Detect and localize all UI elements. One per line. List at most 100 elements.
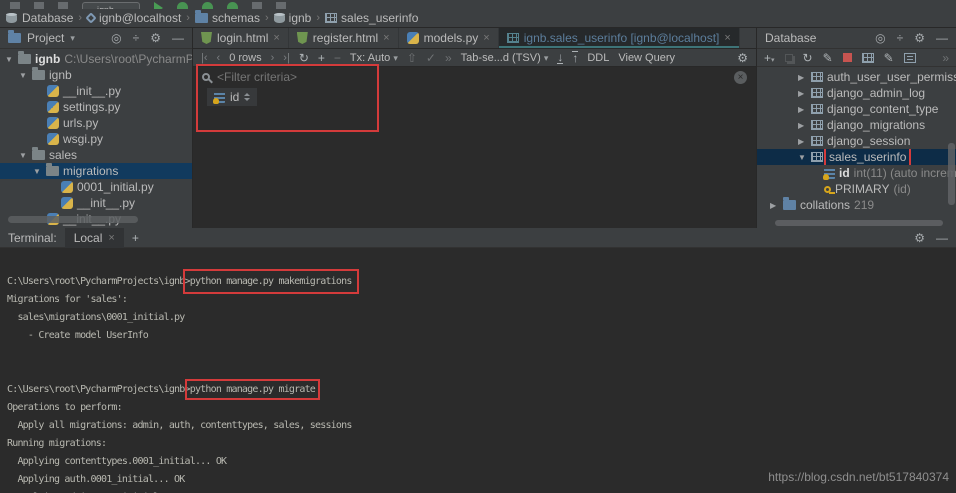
tree-item-sales[interactable]: ▼ sales	[0, 147, 192, 163]
db-table-django-session[interactable]: ▶ django_session	[757, 133, 956, 149]
tree-item-root[interactable]: ▼ ignb C:\Users\root\PycharmProjec	[0, 51, 192, 67]
tree-item-ignb[interactable]: ▼ ignb	[0, 67, 192, 83]
commit-check-icon[interactable]: ✓	[426, 52, 436, 64]
more-chevrons-icon[interactable]: »	[445, 52, 452, 64]
chevron-right-icon[interactable]: ▶	[798, 89, 807, 98]
database-panel-title[interactable]: Database	[765, 31, 816, 45]
refresh-icon[interactable]: ↻	[803, 52, 813, 64]
redo-icon[interactable]	[58, 2, 68, 9]
tree-item-wsgi-py[interactable]: wsgi.py	[0, 131, 192, 147]
stop-icon[interactable]	[843, 53, 852, 62]
delete-row-icon[interactable]: −	[334, 52, 341, 64]
tree-item-migrations[interactable]: ▼ migrations	[0, 163, 192, 179]
submit-icon[interactable]: ⇧	[407, 52, 417, 64]
tab-login-html[interactable]: login.html ×	[193, 28, 289, 48]
collapse-all-icon[interactable]: ÷	[133, 31, 140, 45]
collapse-all-icon[interactable]: ÷	[897, 31, 904, 45]
sort-icon[interactable]	[244, 93, 250, 101]
run-button[interactable]	[154, 2, 163, 9]
close-icon[interactable]: ×	[108, 232, 114, 244]
db-table-sales-userinfo[interactable]: ▼ sales_userinfo	[757, 149, 956, 165]
upload-icon[interactable]: ↑	[572, 51, 578, 64]
first-page-button[interactable]: |‹	[201, 52, 208, 64]
reload-icon[interactable]: ↻	[299, 52, 309, 64]
duplicate-icon[interactable]	[785, 54, 793, 62]
chevron-down-icon[interactable]: ▼	[19, 71, 28, 80]
table-view-icon[interactable]	[862, 53, 874, 63]
tree-item-settings-py[interactable]: settings.py	[0, 99, 192, 115]
close-filter-icon[interactable]: ×	[734, 71, 747, 84]
add-row-icon[interactable]: +	[318, 52, 325, 64]
vertical-scrollbar[interactable]	[948, 143, 955, 205]
breadcrumb-schemas[interactable]: schemas	[195, 11, 260, 25]
breadcrumb-connection[interactable]: ignb@localhost	[87, 11, 181, 25]
edit-icon[interactable]: ✎	[884, 52, 894, 64]
view-query-button[interactable]: View Query	[618, 52, 675, 64]
project-panel-title[interactable]: Project	[27, 31, 64, 45]
search-everywhere-icon[interactable]	[276, 2, 286, 9]
db-table-django-admin-log[interactable]: ▶ django_admin_log	[757, 85, 956, 101]
close-icon[interactable]: ×	[383, 32, 389, 44]
hide-panel-icon[interactable]: —	[936, 231, 948, 245]
more-chevrons-icon[interactable]: »	[942, 52, 949, 64]
coverage-button[interactable]	[202, 2, 213, 9]
console-icon[interactable]	[904, 53, 916, 63]
undo-icon[interactable]	[34, 2, 44, 9]
tree-item-init-py[interactable]: __init__.py	[0, 83, 192, 99]
horizontal-scrollbar[interactable]	[775, 220, 943, 226]
chevron-right-icon[interactable]: ▶	[798, 105, 807, 114]
tab-sales-userinfo[interactable]: ignb.sales_userinfo [ignb@localhost] ×	[499, 28, 740, 48]
breadcrumb-database[interactable]: Database	[22, 11, 73, 25]
previous-page-button[interactable]: ‹	[217, 52, 221, 64]
chevron-down-icon[interactable]: ▼	[5, 55, 14, 64]
tree-item-0001-initial-py[interactable]: 0001_initial.py	[0, 179, 192, 195]
db-key-primary[interactable]: PRIMARY (id)	[757, 181, 956, 197]
close-icon[interactable]: ×	[273, 32, 279, 44]
horizontal-scrollbar[interactable]	[8, 216, 138, 223]
hide-panel-icon[interactable]: —	[936, 31, 948, 45]
edit-sync-icon[interactable]: ✎	[823, 52, 833, 64]
chevron-down-icon[interactable]: ▼	[19, 151, 28, 160]
tab-models-py[interactable]: models.py ×	[399, 28, 499, 48]
db-table-django-migrations[interactable]: ▶ django_migrations	[757, 117, 956, 133]
save-icon[interactable]	[10, 2, 20, 9]
db-column-id[interactable]: id int(11) (auto increme	[757, 165, 956, 181]
tree-item-urls-py[interactable]: urls.py	[0, 115, 192, 131]
tab-register-html[interactable]: register.html ×	[289, 28, 399, 48]
terminal-tab-local[interactable]: Local ×	[65, 228, 124, 248]
debug-button[interactable]	[177, 2, 188, 9]
next-page-button[interactable]: ›	[271, 52, 275, 64]
db-table-auth-user-user-permission[interactable]: ▶ auth_user_user_permission	[757, 69, 956, 85]
tx-mode-selector[interactable]: Tx: Auto ▾	[350, 52, 398, 64]
db-folder-collations[interactable]: ▶ collations 219	[757, 197, 956, 213]
download-icon[interactable]: ↓	[557, 51, 563, 64]
gear-icon[interactable]: ⚙	[150, 31, 161, 45]
gear-icon[interactable]: ⚙	[914, 231, 925, 245]
hide-panel-icon[interactable]: —	[172, 31, 184, 45]
close-icon[interactable]: ×	[483, 32, 489, 44]
chevron-right-icon[interactable]: ▶	[798, 137, 807, 146]
filter-input[interactable]	[217, 70, 727, 84]
column-header-id[interactable]: id	[207, 88, 257, 106]
run-config-selector[interactable]: ignb	[82, 2, 140, 9]
profile-button[interactable]	[227, 2, 238, 9]
gear-icon[interactable]: ⚙	[737, 52, 748, 64]
breadcrumb-table[interactable]: sales_userinfo	[325, 11, 418, 25]
tree-item-migrations-init-py[interactable]: __init__.py	[0, 195, 192, 211]
chevron-right-icon[interactable]: ▶	[798, 73, 807, 82]
chevron-right-icon[interactable]: ▶	[798, 121, 807, 130]
chevron-right-icon[interactable]: ▶	[770, 201, 779, 210]
gear-icon[interactable]: ⚙	[914, 31, 925, 45]
db-table-django-content-type[interactable]: ▶ django_content_type	[757, 101, 956, 117]
locate-icon[interactable]: ◎	[111, 31, 121, 45]
chevron-down-icon[interactable]: ▼	[798, 153, 807, 162]
ddl-button[interactable]: DDL	[587, 52, 609, 64]
breadcrumb-schema-ignb[interactable]: ignb	[274, 11, 312, 25]
export-format-selector[interactable]: Tab-se...d (TSV) ▾	[461, 52, 549, 64]
terminal-output[interactable]: C:\Users\root\PycharmProjects\ignb>pytho…	[0, 248, 956, 493]
last-page-button[interactable]: ›|	[283, 52, 290, 64]
add-datasource-icon[interactable]: +▾	[764, 52, 775, 64]
stop-button[interactable]	[252, 2, 262, 9]
chevron-down-icon[interactable]: ▼	[33, 167, 42, 176]
close-icon[interactable]: ×	[724, 32, 730, 44]
